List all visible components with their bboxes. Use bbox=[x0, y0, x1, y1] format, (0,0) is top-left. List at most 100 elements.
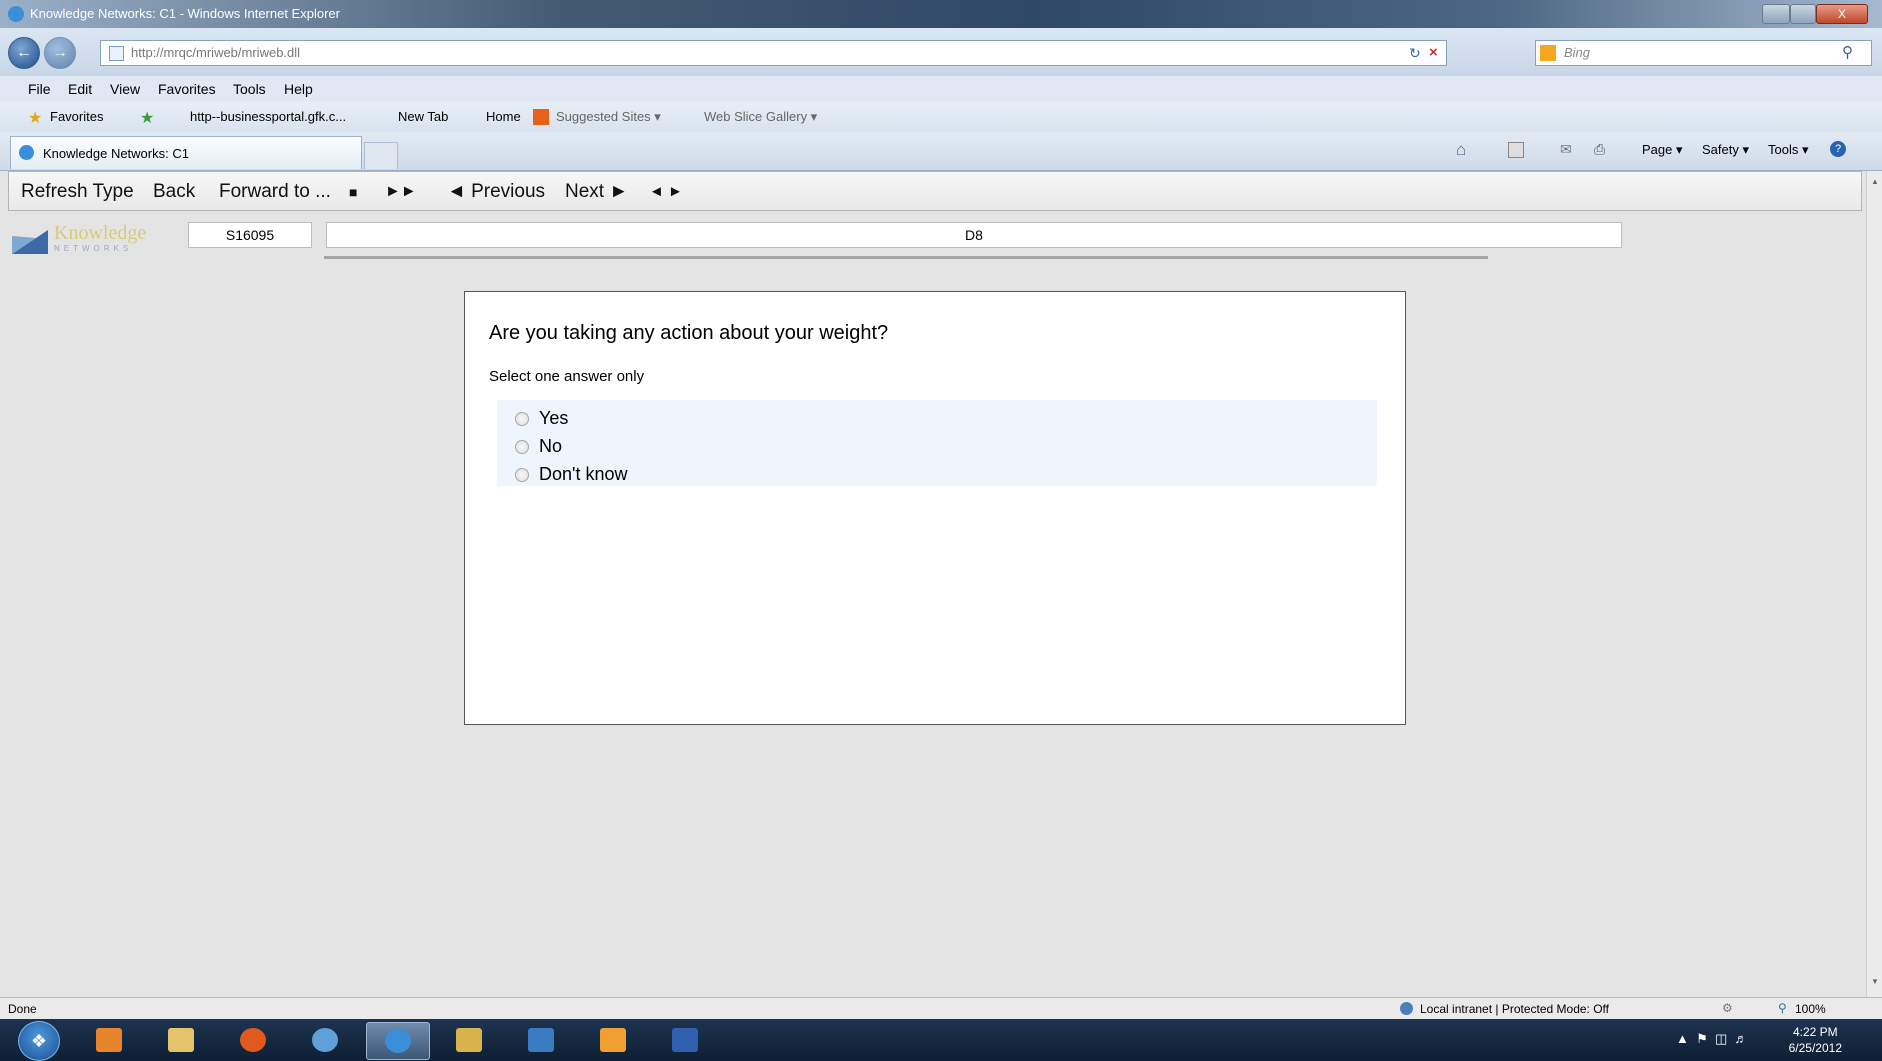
vertical-scrollbar[interactable]: ▲ ▼ bbox=[1866, 171, 1882, 997]
folder-icon bbox=[168, 1028, 194, 1052]
question-id-field: D8 bbox=[326, 222, 1622, 248]
zoom-icon: ⚲ bbox=[1778, 1001, 1787, 1015]
menu-bar: File Edit View Favorites Tools Help bbox=[0, 76, 1882, 102]
answer-label-dont-know[interactable]: Don't know bbox=[539, 464, 627, 485]
answer-label-no[interactable]: No bbox=[539, 436, 562, 457]
back-nav-button[interactable]: ← bbox=[8, 37, 40, 69]
lync-icon bbox=[528, 1028, 554, 1052]
fast-forward-button[interactable]: ►► bbox=[385, 183, 417, 201]
page-menu[interactable]: Page ▾ bbox=[1642, 142, 1683, 158]
page-icon bbox=[109, 46, 124, 61]
status-text: Done bbox=[8, 1002, 37, 1016]
logo-mark-icon bbox=[12, 230, 48, 254]
system-clock[interactable]: 4:22 PM 6/25/2012 bbox=[1789, 1024, 1842, 1056]
next-button[interactable]: Next ► bbox=[565, 181, 628, 203]
tab-row: Knowledge Networks: C1 ⌂ ✉ ⎙ Page ▾ Safe… bbox=[0, 132, 1882, 171]
close-button[interactable]: X bbox=[1816, 4, 1868, 24]
answer-label-yes[interactable]: Yes bbox=[539, 408, 568, 429]
taskbar-lync[interactable] bbox=[510, 1022, 572, 1058]
taskbar: ❖ ▲ ⚑ ◫ ♬ 4:22 PM 6/25/2012 bbox=[0, 1019, 1882, 1061]
mail-icon[interactable]: ✉ bbox=[1560, 141, 1572, 158]
url-field[interactable]: http://mrqc/mriweb/mriweb.dll ↻ × bbox=[100, 40, 1447, 66]
window-title-bar[interactable]: Knowledge Networks: C1 - Windows Interne… bbox=[0, 0, 1882, 28]
new-tab-button[interactable] bbox=[364, 142, 398, 169]
taskbar-app-folder[interactable] bbox=[438, 1022, 500, 1058]
ie-icon bbox=[8, 6, 24, 22]
logo-subtext: NETWORKS bbox=[54, 244, 133, 253]
answer-options: Yes No Don't know bbox=[497, 400, 1377, 486]
protected-mode-icon[interactable]: ⚙ bbox=[1722, 1001, 1733, 1015]
menu-tools[interactable]: Tools bbox=[233, 81, 266, 97]
security-zone[interactable]: Local intranet | Protected Mode: Off bbox=[1420, 1002, 1609, 1016]
fav-link-home[interactable]: Home bbox=[486, 109, 521, 124]
feeds-icon[interactable] bbox=[1508, 142, 1524, 158]
taskbar-media-player[interactable] bbox=[78, 1022, 140, 1058]
refresh-icon[interactable]: ↻ bbox=[1409, 45, 1421, 62]
forward-nav-button[interactable]: → bbox=[44, 37, 76, 69]
scroll-up-arrow-icon[interactable]: ▲ bbox=[1871, 177, 1879, 186]
bing-icon bbox=[1540, 45, 1556, 61]
taskbar-explorer[interactable] bbox=[150, 1022, 212, 1058]
safety-menu[interactable]: Safety ▾ bbox=[1702, 142, 1749, 158]
radio-yes[interactable] bbox=[515, 412, 529, 426]
media-player-icon bbox=[96, 1028, 122, 1052]
firefox-icon bbox=[240, 1028, 266, 1052]
window-title: Knowledge Networks: C1 - Windows Interne… bbox=[30, 6, 340, 21]
toggle-button[interactable]: ◄ ► bbox=[649, 183, 683, 200]
forward-to-button[interactable]: Forward to ... bbox=[219, 181, 331, 203]
help-icon[interactable]: ? bbox=[1830, 141, 1846, 157]
suggested-sites-icon bbox=[533, 109, 549, 125]
menu-view[interactable]: View bbox=[110, 81, 140, 97]
fav-link-suggested-sites[interactable]: Suggested Sites ▾ bbox=[556, 109, 661, 125]
home-icon[interactable]: ⌂ bbox=[1456, 140, 1466, 160]
knowledge-networks-logo: Knowledge NETWORKS bbox=[12, 222, 172, 256]
tools-menu[interactable]: Tools ▾ bbox=[1768, 142, 1809, 158]
clock-time: 4:22 PM bbox=[1792, 1025, 1838, 1039]
browser-tab[interactable]: Knowledge Networks: C1 bbox=[10, 136, 362, 169]
menu-file[interactable]: File bbox=[28, 81, 51, 97]
start-button[interactable]: ❖ bbox=[18, 1021, 60, 1061]
minimize-button[interactable] bbox=[1762, 4, 1790, 24]
system-tray[interactable]: ▲ ⚑ ◫ ♬ bbox=[1676, 1031, 1747, 1047]
question-text: Are you taking any action about your wei… bbox=[489, 322, 889, 344]
tab-title: Knowledge Networks: C1 bbox=[43, 146, 189, 161]
menu-edit[interactable]: Edit bbox=[68, 81, 92, 97]
taskbar-network[interactable] bbox=[294, 1022, 356, 1058]
zoom-level[interactable]: 100% bbox=[1795, 1002, 1826, 1016]
refresh-type-button[interactable]: Refresh Type bbox=[21, 181, 134, 203]
survey-toolbar: Refresh Type Back Forward to ... ■ ►► ◄ … bbox=[8, 171, 1862, 211]
favorites-bar: ★ Favorites ★ http--businessportal.gfk.c… bbox=[0, 102, 1882, 132]
print-icon[interactable]: ⎙ bbox=[1594, 141, 1605, 158]
menu-help[interactable]: Help bbox=[284, 81, 313, 97]
outlook-icon bbox=[600, 1028, 626, 1052]
search-input[interactable]: Bing ⚲ bbox=[1535, 40, 1872, 66]
respondent-id-field: S16095 bbox=[188, 222, 312, 248]
stop-icon[interactable]: × bbox=[1429, 44, 1438, 61]
tab-ie-icon bbox=[19, 145, 34, 160]
clock-date: 6/25/2012 bbox=[1788, 1041, 1842, 1055]
taskbar-firefox[interactable] bbox=[222, 1022, 284, 1058]
stop-button[interactable]: ■ bbox=[349, 184, 357, 200]
fav-link-businessportal[interactable]: http--businessportal.gfk.c... bbox=[190, 109, 346, 124]
taskbar-outlook[interactable] bbox=[582, 1022, 644, 1058]
add-favorite-icon[interactable]: ★ bbox=[140, 108, 154, 128]
radio-dont-know[interactable] bbox=[515, 468, 529, 482]
fav-link-newtab[interactable]: New Tab bbox=[398, 109, 448, 124]
taskbar-word[interactable] bbox=[654, 1022, 716, 1058]
question-instruction: Select one answer only bbox=[489, 368, 645, 385]
favorites-button[interactable]: Favorites bbox=[50, 109, 103, 124]
question-panel: Are you taking any action about your wei… bbox=[464, 291, 1406, 725]
scroll-down-arrow-icon[interactable]: ▼ bbox=[1871, 977, 1879, 986]
network-icon bbox=[312, 1028, 338, 1052]
previous-button[interactable]: ◄ Previous bbox=[447, 181, 545, 203]
maximize-button[interactable] bbox=[1790, 4, 1816, 24]
taskbar-internet-explorer[interactable] bbox=[366, 1022, 430, 1060]
menu-favorites[interactable]: Favorites bbox=[158, 81, 216, 97]
fav-link-web-slice-gallery[interactable]: Web Slice Gallery ▾ bbox=[704, 109, 817, 125]
command-bar: ⌂ ✉ ⎙ Page ▾ Safety ▾ Tools ▾ ? bbox=[1450, 132, 1882, 170]
url-text: http://mrqc/mriweb/mriweb.dll bbox=[131, 45, 301, 60]
search-icon[interactable]: ⚲ bbox=[1842, 43, 1853, 61]
back-button[interactable]: Back bbox=[153, 181, 195, 203]
address-bar: ← → http://mrqc/mriweb/mriweb.dll ↻ × Bi… bbox=[0, 28, 1882, 77]
radio-no[interactable] bbox=[515, 440, 529, 454]
